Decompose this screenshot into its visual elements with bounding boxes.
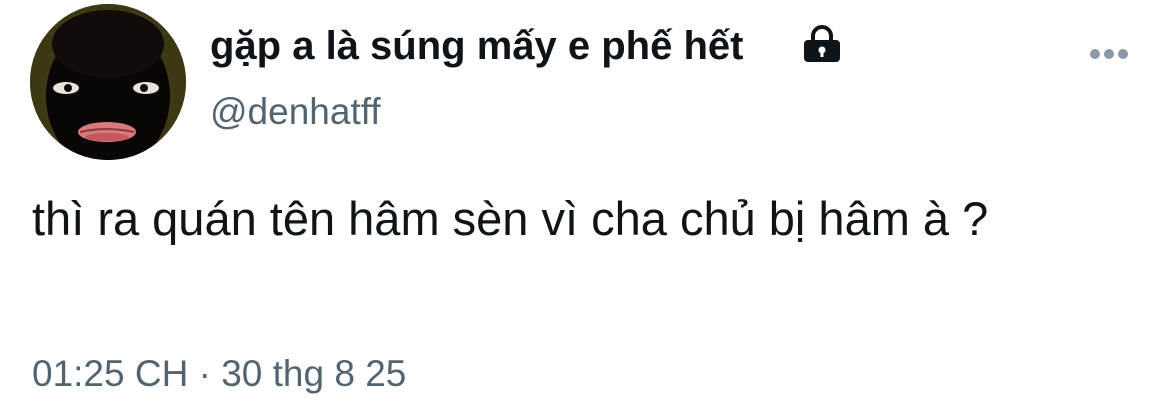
- tweet-date: 30 thg 8 25: [221, 353, 407, 394]
- meta-separator: ·: [198, 353, 211, 394]
- user-handle[interactable]: @denhatff: [210, 90, 381, 134]
- lock-icon: [804, 25, 840, 62]
- tweet-text: thì ra quán tên hâm sèn vì cha chủ bị hâ…: [32, 192, 989, 245]
- more-horizontal-icon: [1090, 49, 1128, 59]
- tweet-timestamp[interactable]: 01:25 CH · 30 thg 8 25: [32, 350, 406, 398]
- avatar-image: [30, 4, 186, 160]
- tweet-time: 01:25 CH: [32, 353, 189, 394]
- avatar[interactable]: [30, 4, 186, 160]
- display-name[interactable]: gặp a là súng mấy e phế hết: [210, 22, 743, 70]
- tweet-card: gặp a là súng mấy e phế hết @denhatff th…: [0, 0, 1170, 418]
- more-options-button[interactable]: [1078, 36, 1140, 72]
